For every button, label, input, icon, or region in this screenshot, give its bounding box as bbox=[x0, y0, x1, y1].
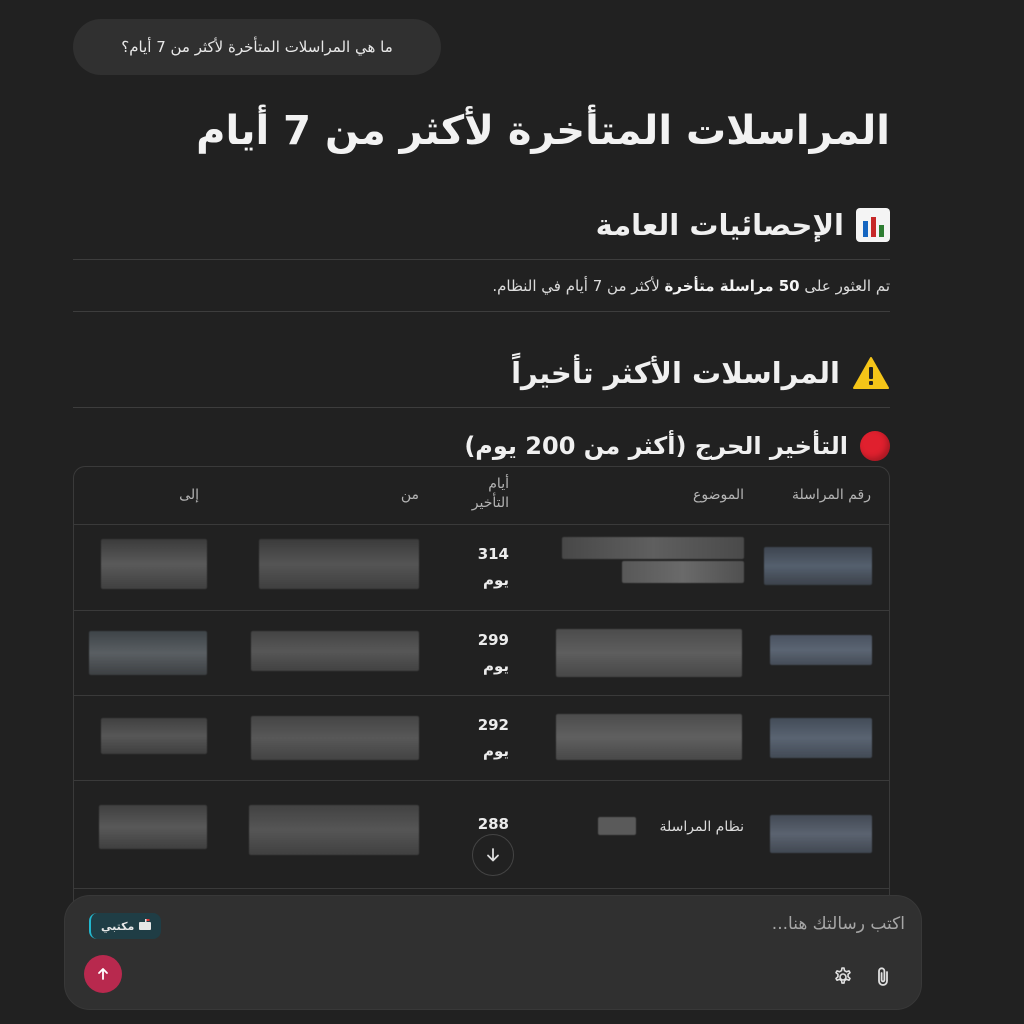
paperclip-icon bbox=[878, 967, 888, 986]
redacted-subject bbox=[556, 714, 742, 760]
stats-heading-text: الإحصائيات العامة bbox=[595, 207, 844, 242]
header-from: من bbox=[400, 487, 419, 503]
table-row[interactable]: 299 يوم bbox=[74, 611, 889, 696]
redacted-id bbox=[764, 547, 872, 585]
header-days: أيام التأخير bbox=[472, 475, 509, 513]
redacted-subject bbox=[598, 817, 636, 835]
mailbox-icon bbox=[139, 919, 152, 933]
assistant-response: المراسلات المتأخرة لأكثر من 7 أيام الإحص… bbox=[73, 90, 890, 484]
subject-text: نظام المراسلة bbox=[659, 819, 745, 835]
stats-heading: الإحصائيات العامة bbox=[73, 190, 890, 260]
delay-days-value: 299 bbox=[477, 631, 509, 649]
header-id: رقم المراسلة bbox=[792, 487, 871, 503]
header-days-line1: أيام bbox=[488, 476, 509, 492]
delay-days-unit: يوم bbox=[482, 742, 509, 760]
message-input[interactable]: اكتب رسالتك هنا... bbox=[772, 914, 905, 934]
send-button[interactable] bbox=[84, 955, 122, 993]
delay-days: 288 bbox=[449, 811, 509, 837]
message-composer[interactable]: اكتب رسالتك هنا... مكتبي bbox=[64, 895, 922, 1010]
redacted-from bbox=[251, 716, 419, 760]
user-message-text: ما هي المراسلات المتأخرة لأكثر من 7 أيام… bbox=[121, 38, 393, 56]
most-delayed-heading: المراسلات الأكثر تأخيراً bbox=[73, 338, 890, 408]
redacted-id bbox=[770, 718, 872, 758]
delay-days-unit: يوم bbox=[482, 571, 509, 589]
gear-icon bbox=[835, 967, 851, 984]
warning-icon bbox=[852, 356, 890, 390]
redacted-to bbox=[99, 805, 207, 849]
critical-heading-text: التأخير الحرج (أكثر من 200 يوم) bbox=[464, 432, 848, 460]
delay-days: 314 يوم bbox=[449, 541, 509, 593]
stats-bold-word: مراسلة متأخرة bbox=[664, 276, 779, 295]
header-to: إلى bbox=[179, 487, 199, 503]
redacted-id bbox=[770, 815, 872, 853]
redacted-from bbox=[249, 805, 419, 855]
redacted-to bbox=[89, 631, 207, 675]
redacted-id bbox=[770, 635, 872, 665]
header-days-line2: التأخير bbox=[471, 495, 509, 511]
stats-paragraph: تم العثور على 50 مراسلة متأخرة لأكثر من … bbox=[73, 260, 890, 312]
redacted-to bbox=[101, 539, 207, 589]
redacted-to bbox=[101, 718, 207, 754]
delay-days-unit: يوم bbox=[482, 657, 509, 675]
settings-button[interactable] bbox=[829, 963, 857, 991]
table-header: رقم المراسلة الموضوع أيام التأخير من إلى bbox=[74, 467, 889, 525]
user-message-bubble: ما هي المراسلات المتأخرة لأكثر من 7 أيام… bbox=[73, 19, 441, 75]
arrow-up-icon bbox=[98, 968, 108, 980]
red-circle-icon bbox=[860, 431, 890, 461]
delay-days-value: 288 bbox=[477, 815, 509, 833]
redacted-subject bbox=[562, 537, 744, 559]
page-title: المراسلات المتأخرة لأكثر من 7 أيام bbox=[196, 108, 890, 154]
stats-text-suffix: لأكثر من 7 أيام في النظام. bbox=[492, 276, 665, 295]
most-delayed-heading-text: المراسلات الأكثر تأخيراً bbox=[511, 355, 840, 390]
table-row[interactable]: 314 يوم bbox=[74, 525, 889, 611]
stats-count: 50 bbox=[778, 276, 800, 295]
mailbox-chip[interactable]: مكتبي bbox=[89, 913, 162, 939]
header-subject: الموضوع bbox=[693, 487, 744, 503]
arrow-down-icon bbox=[487, 848, 499, 862]
redacted-from bbox=[251, 631, 419, 671]
stats-text-prefix: تم العثور على bbox=[799, 276, 890, 295]
redacted-subject bbox=[556, 629, 742, 677]
bar-chart-icon bbox=[856, 207, 890, 242]
attach-button[interactable] bbox=[869, 963, 897, 991]
delay-days: 292 يوم bbox=[449, 712, 509, 764]
delay-days-value: 292 bbox=[477, 716, 509, 734]
table-row[interactable]: 292 يوم bbox=[74, 696, 889, 781]
scroll-to-bottom-button[interactable] bbox=[472, 834, 514, 876]
delay-days-value: 314 bbox=[477, 545, 509, 563]
chip-label: مكتبي bbox=[101, 919, 135, 933]
redacted-subject-2 bbox=[622, 561, 744, 583]
redacted-from bbox=[259, 539, 419, 589]
delay-days: 299 يوم bbox=[449, 627, 509, 679]
